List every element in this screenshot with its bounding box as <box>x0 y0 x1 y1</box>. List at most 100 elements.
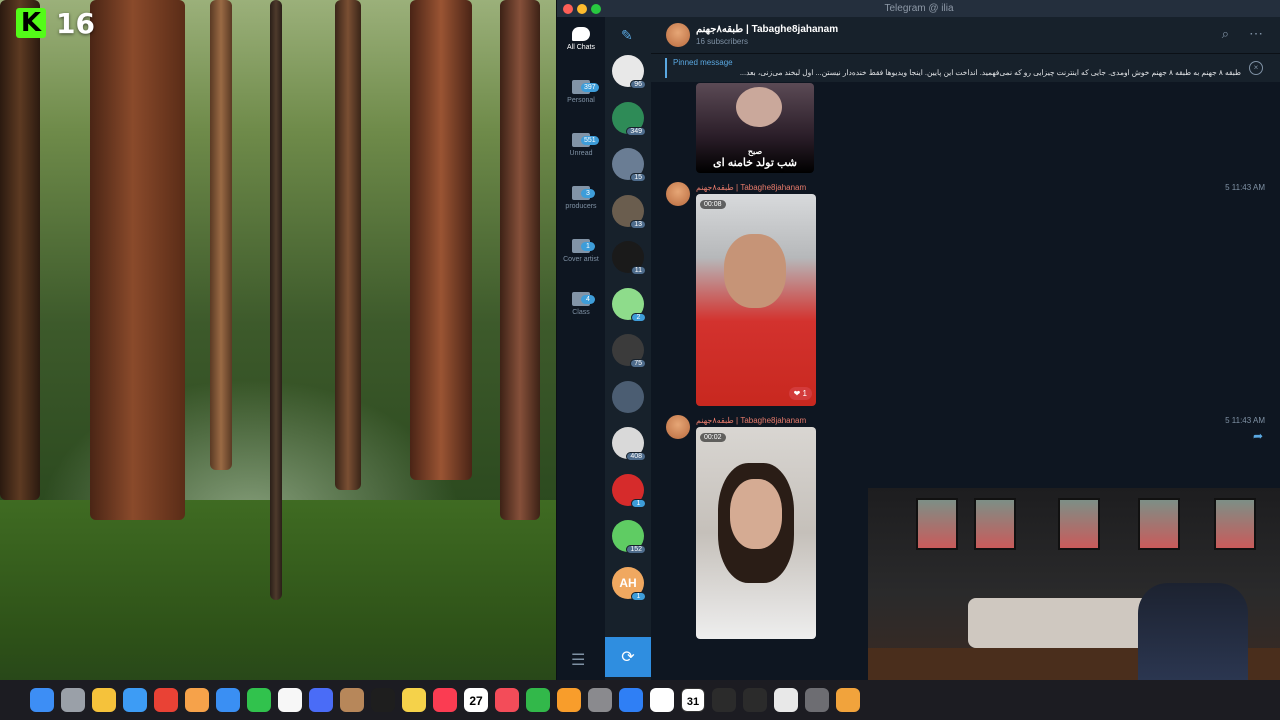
calendar-31-icon[interactable]: 31 <box>681 688 705 712</box>
pinned-text: طبقه ۸ جهنم به طبقه ۸ جهنم خوش اومدی. جا… <box>739 68 1241 77</box>
pages-icon[interactable] <box>557 688 581 712</box>
folder-label: Cover artist <box>563 256 599 263</box>
chat-avatar[interactable]: 349 <box>612 101 646 136</box>
chrome-icon[interactable] <box>154 688 178 712</box>
zoom-window-button[interactable] <box>591 4 601 14</box>
unread-badge: 2 <box>631 312 646 322</box>
numbers-icon[interactable] <box>526 688 550 712</box>
safari-icon[interactable] <box>123 688 147 712</box>
tree-trunk <box>90 0 185 520</box>
notes-badge-icon[interactable] <box>278 688 302 712</box>
unread-badge: 75 <box>630 359 646 368</box>
message-video[interactable]: 00:02 <box>696 427 816 639</box>
sofa <box>968 598 1158 648</box>
unity-icon[interactable] <box>774 688 798 712</box>
message-video[interactable]: 00:08 ❤ 1 <box>696 194 816 406</box>
overlay-number: 16 <box>56 6 95 40</box>
compose-icon[interactable]: ✎ <box>621 27 635 43</box>
message-views-time: 5 11:43 AM <box>1225 416 1265 425</box>
close-window-button[interactable] <box>563 4 573 14</box>
video-face <box>730 479 782 549</box>
close-pinned-icon[interactable]: × <box>1249 61 1263 75</box>
wall-poster <box>1138 498 1180 550</box>
wall-poster <box>1214 498 1256 550</box>
chat-avatar[interactable]: 96 <box>612 55 646 89</box>
gaming-chair <box>1138 583 1248 680</box>
calendar-icon[interactable]: 27 <box>464 688 488 712</box>
notion-icon[interactable] <box>650 688 674 712</box>
pinned-title: Pinned message <box>673 58 733 67</box>
finder-icon[interactable] <box>30 688 54 712</box>
folder-badge: 551 <box>581 136 599 145</box>
wall-poster <box>1058 498 1100 550</box>
tree-trunk <box>0 0 40 500</box>
chat-avatar[interactable] <box>612 380 644 413</box>
video-face <box>724 234 786 308</box>
tree-trunk <box>410 0 472 480</box>
refresh-button[interactable]: ⟳ <box>605 637 651 677</box>
chat-avatar[interactable]: 1 <box>612 473 646 508</box>
unread-badge: 96 <box>630 80 646 89</box>
channel-avatar[interactable] <box>666 23 690 47</box>
folder-unread[interactable]: 551 Unread <box>557 133 605 176</box>
garageband-icon[interactable] <box>836 688 860 712</box>
unread-badge: 13 <box>630 219 646 229</box>
logic2-icon[interactable] <box>743 688 767 712</box>
notes-icon[interactable] <box>402 688 426 712</box>
facetime-icon[interactable] <box>247 688 271 712</box>
sender-avatar[interactable] <box>666 182 690 206</box>
unread-badge: 349 <box>626 126 646 136</box>
freeform-icon[interactable] <box>309 688 333 712</box>
message-sender[interactable]: طبقه۸جهنم | Tabaghe8jahanam <box>696 183 806 192</box>
launchpad-icon[interactable] <box>61 688 85 712</box>
app-store-icon[interactable] <box>619 688 643 712</box>
chat-avatar[interactable]: 15 <box>612 148 646 182</box>
sender-avatar[interactable] <box>666 415 690 439</box>
folder-producers[interactable]: 3 producers <box>557 186 605 229</box>
chat-avatar[interactable]: 75 <box>612 334 646 368</box>
folder-cover-artist[interactable]: 1 Cover artist <box>557 239 605 282</box>
quicksilver-icon[interactable] <box>92 688 116 712</box>
settings-sliders-icon[interactable]: ☰ <box>571 650 585 670</box>
wall-poster <box>916 498 958 550</box>
chat-avatar[interactable]: 2 <box>612 287 646 322</box>
appletv-icon[interactable] <box>371 688 395 712</box>
folder-all-chats[interactable]: All Chats <box>557 27 605 70</box>
music-icon[interactable] <box>433 688 457 712</box>
unread-badge: 11 <box>630 266 646 275</box>
tree-trunk <box>335 0 361 490</box>
unread-badge: 1 <box>631 591 646 601</box>
folder-personal[interactable]: 397 Personal <box>557 80 605 123</box>
chat-avatar[interactable]: 408 <box>612 427 646 461</box>
chat-avatar[interactable]: 11 <box>612 241 646 275</box>
message-sender[interactable]: طبقه۸جهنم | Tabaghe8jahanam <box>696 416 806 425</box>
folder-badge: 1 <box>581 242 595 251</box>
photos-icon[interactable] <box>185 688 209 712</box>
chat-avatar[interactable]: AH 1 <box>612 566 646 601</box>
video-duration: 00:02 <box>700 433 726 442</box>
message-image[interactable]: صبح شب تولد خامنه ای <box>696 83 814 173</box>
heart-reaction[interactable]: ❤ 1 <box>788 387 812 400</box>
search-icon[interactable]: ⌕ <box>1222 26 1229 42</box>
archive-icon[interactable] <box>340 688 364 712</box>
minimize-window-button[interactable] <box>577 4 587 14</box>
more-options-icon[interactable]: ⋯ <box>1249 25 1263 42</box>
message-views-time: 5 11:43 AM <box>1225 183 1265 192</box>
forward-icon[interactable]: ➦ <box>1253 429 1263 443</box>
refresh-icon: ⟳ <box>621 649 635 666</box>
folder-label: All Chats <box>566 44 595 51</box>
pinned-indicator <box>665 58 667 78</box>
logic-icon[interactable] <box>712 688 736 712</box>
channel-name[interactable]: طبقه۸جهنم | Tabaghe8jahanam <box>696 24 838 35</box>
folder-label: Unread <box>569 150 593 157</box>
tree-trunk <box>210 0 232 470</box>
chat-avatar[interactable]: 152 <box>612 520 646 554</box>
system-settings-icon[interactable] <box>588 688 612 712</box>
webcam-overlay <box>868 488 1280 680</box>
folder-class[interactable]: 4 Class <box>557 292 605 335</box>
disk-icon[interactable] <box>805 688 829 712</box>
chat-avatar[interactable]: 13 <box>612 194 646 229</box>
pinned-message-bar[interactable]: Pinned message طبقه ۸ جهنم به طبقه ۸ جهن… <box>651 53 1280 82</box>
mail-icon[interactable] <box>216 688 240 712</box>
news-icon[interactable] <box>495 688 519 712</box>
